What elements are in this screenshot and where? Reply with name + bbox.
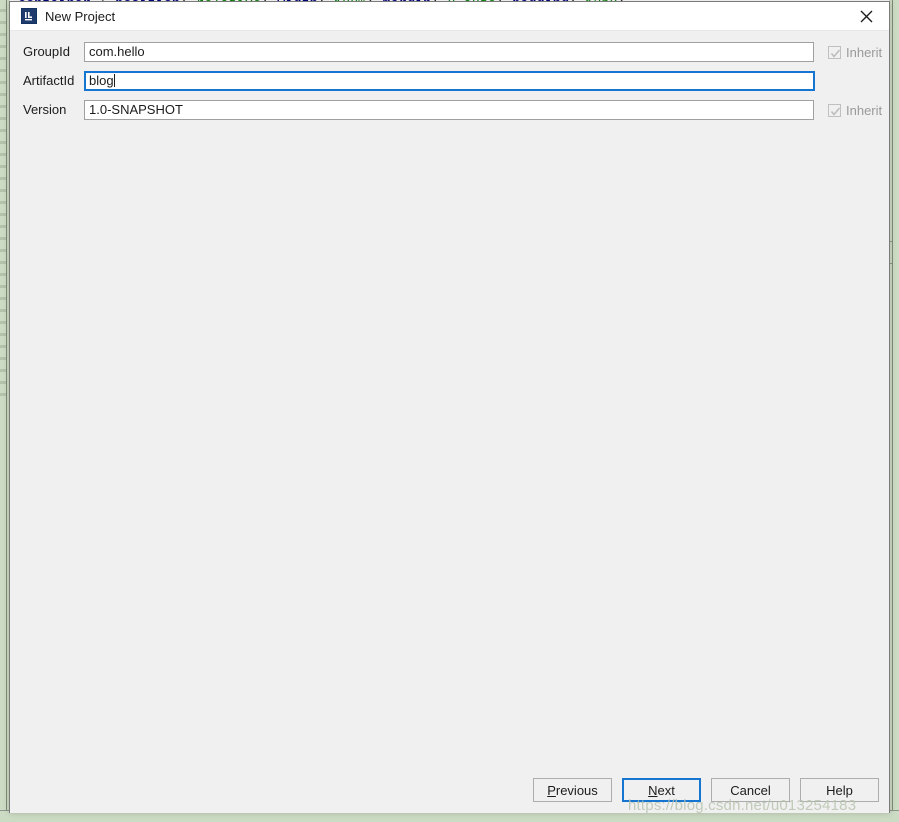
groupid-inherit-label: Inherit	[846, 44, 883, 60]
previous-button[interactable]: Previous	[533, 778, 612, 802]
dialog-body: GroupId com.hello Inherit ArtifactId blo…	[10, 31, 889, 813]
groupid-label: GroupId	[23, 44, 70, 59]
groupid-inherit-group[interactable]: Inherit	[828, 44, 882, 60]
artifactid-input-value: blog	[89, 73, 114, 88]
new-project-dialog: New Project GroupId com.hello Inherit Ar…	[9, 1, 890, 813]
dialog-titlebar: New Project	[10, 2, 889, 31]
next-button-label: ext	[657, 782, 675, 798]
version-inherit-label: Inherit	[846, 102, 883, 118]
version-inherit-group[interactable]: Inherit	[828, 102, 882, 118]
groupid-inherit-checkbox[interactable]	[828, 45, 841, 59]
ide-gutter-marks	[0, 0, 6, 400]
close-icon[interactable]	[844, 2, 889, 31]
artifactid-label: ArtifactId	[23, 73, 75, 88]
next-button-mnemonic: N	[648, 782, 658, 798]
previous-button-label: revious	[555, 782, 598, 798]
artifactid-input[interactable]: blog	[84, 71, 815, 91]
help-button[interactable]: Help	[800, 778, 879, 802]
version-inherit-checkbox[interactable]	[828, 103, 841, 117]
version-input[interactable]: 1.0-SNAPSHOT	[84, 100, 814, 120]
cancel-button[interactable]: Cancel	[711, 778, 790, 802]
dialog-button-bar: Previous Next Cancel Help	[533, 778, 879, 802]
next-button[interactable]: Next	[622, 778, 701, 802]
groupid-input[interactable]: com.hello	[84, 42, 814, 62]
dialog-title: New Project	[45, 9, 116, 24]
previous-button-mnemonic: P	[547, 782, 556, 798]
text-caret	[113, 74, 115, 87]
ide-right-scrollbar-strip[interactable]	[882, 0, 899, 822]
version-label: Version	[23, 102, 67, 117]
intellij-idea-icon	[21, 8, 37, 24]
